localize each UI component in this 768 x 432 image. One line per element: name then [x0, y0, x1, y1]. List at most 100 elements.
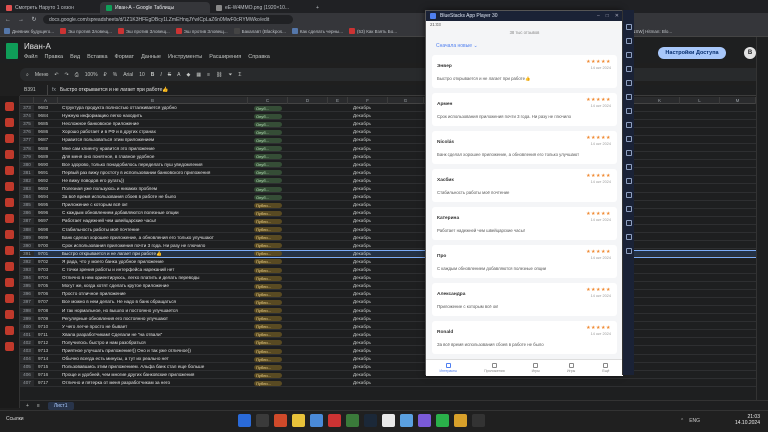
id-cell[interactable]: 9699 — [38, 235, 48, 241]
column-header-e[interactable]: E — [328, 97, 348, 104]
percent-icon[interactable]: % — [113, 72, 117, 78]
review-text-cell[interactable]: Структура продукта полностью отталкивает… — [62, 105, 252, 111]
bookmark-item[interactable]: Дневник будущего... — [4, 28, 54, 34]
table-row[interactable]: 384 9694 За всё время использования сбоев … — [20, 194, 768, 201]
status-chip[interactable]: Публи... — [254, 364, 282, 370]
nav-item[interactable]: Интеракты — [440, 363, 457, 373]
filter-icon[interactable]: ⏷ — [228, 72, 232, 78]
table-row[interactable]: 390 9700 Срок использования приложения поч… — [20, 242, 768, 250]
id-cell[interactable]: 9683 — [38, 105, 48, 111]
month-cell[interactable]: Декабрь — [353, 275, 371, 281]
taskbar-app-icon[interactable] — [274, 414, 287, 427]
review-card[interactable]: ★★★★★ Nicolás 14 окт 2024 Банк сделал хорош… — [432, 131, 617, 164]
taskbar-app-icon[interactable] — [418, 414, 431, 427]
status-chip[interactable]: Опуб... — [254, 186, 282, 192]
id-cell[interactable]: 9712 — [38, 340, 48, 346]
review-text-cell[interactable]: И так нормальное, но вышло и постоянно у… — [62, 308, 252, 314]
month-cell[interactable]: Декабрь — [353, 105, 371, 111]
status-chip[interactable]: Опуб... — [254, 154, 282, 160]
taskbar-app-icon[interactable] — [454, 414, 467, 427]
formula-input[interactable]: Быстро открывается и не лагает при работ… — [60, 87, 169, 93]
month-cell[interactable]: Декабрь — [353, 308, 371, 314]
font-select[interactable]: Arial — [123, 72, 133, 78]
sidebar-tool-icon[interactable] — [626, 220, 632, 226]
row-number[interactable]: 383 — [20, 186, 34, 192]
row-number[interactable]: 396 — [20, 291, 34, 297]
table-row[interactable]: 373 9683 Структура продукта полностью отта… — [20, 105, 768, 112]
column-header-b[interactable]: B — [58, 97, 248, 104]
sheets-logo-icon[interactable] — [6, 43, 18, 59]
review-text-cell[interactable]: Несложное банковское приложение — [62, 121, 252, 127]
month-cell[interactable]: Декабрь — [353, 316, 371, 322]
month-cell[interactable]: Декабрь — [353, 372, 371, 378]
table-row[interactable]: 399 9709 Регулярные обновления его постоян… — [20, 315, 768, 323]
month-cell[interactable]: Декабрь — [353, 356, 371, 362]
app-icon[interactable] — [5, 214, 14, 223]
table-row[interactable]: 376 9686 Хорошо работает и в РФ и в других… — [20, 129, 768, 136]
month-cell[interactable]: Декабрь — [353, 267, 371, 273]
bold-icon[interactable]: B — [151, 72, 155, 78]
function-icon[interactable]: Σ — [238, 72, 241, 78]
status-chip[interactable]: Публи... — [254, 251, 282, 257]
review-card[interactable]: ★★★★★ Армен 14 окт 2024 Срок использования … — [432, 93, 617, 126]
month-cell[interactable]: Декабрь — [353, 332, 371, 338]
taskbar-app-icon[interactable] — [472, 414, 485, 427]
id-cell[interactable]: 9696 — [38, 210, 48, 216]
month-cell[interactable]: Декабрь — [353, 235, 371, 241]
row-number[interactable]: 373 — [20, 105, 34, 111]
id-cell[interactable]: 9685 — [38, 121, 48, 127]
table-row[interactable]: 392 9702 Я рада, что у моего банка удобное… — [20, 258, 768, 266]
maximize-icon[interactable]: □ — [606, 13, 609, 19]
table-row[interactable]: 396 9706 Просто отличное приложение Публи..… — [20, 291, 768, 298]
id-cell[interactable]: 9704 — [38, 275, 48, 281]
column-header-k[interactable]: K — [640, 97, 680, 104]
row-number[interactable]: 376 — [20, 129, 34, 135]
app-icon[interactable] — [5, 310, 14, 319]
menu-insert[interactable]: Вставка — [87, 54, 107, 60]
corner-cell[interactable] — [20, 97, 34, 104]
row-number[interactable]: 394 — [20, 275, 34, 281]
column-header-g[interactable]: G — [388, 97, 424, 104]
month-cell[interactable]: Декабрь — [353, 178, 371, 184]
table-row[interactable]: 397 9707 Все можно в нем делать. Не надо в… — [20, 299, 768, 306]
status-chip[interactable]: Публи... — [254, 227, 282, 232]
review-text-cell[interactable]: Банк сделал хорошее приложение, а обновл… — [62, 235, 252, 241]
print-icon[interactable]: ⎙ — [75, 72, 79, 78]
month-cell[interactable]: Декабрь — [353, 380, 371, 386]
status-chip[interactable]: Опуб... — [254, 162, 282, 168]
review-text-cell[interactable]: Хвала разработчикам! Сделали не "на отва… — [62, 332, 252, 338]
id-cell[interactable]: 9684 — [38, 113, 48, 119]
status-chip[interactable]: Опуб... — [254, 121, 282, 127]
browser-tab-3[interactable]: eE-W4MMO.png (1920×10... — [210, 2, 310, 13]
menu-file[interactable]: Файл — [24, 54, 38, 60]
status-chip[interactable]: Опуб... — [254, 170, 282, 176]
status-chip[interactable]: Опуб... — [254, 146, 282, 151]
table-row[interactable]: 407 9717 Отлично и пятерка от меня разрабо… — [20, 380, 768, 387]
italic-icon[interactable]: I — [160, 72, 161, 78]
status-chip[interactable]: Публи... — [254, 259, 282, 265]
table-row[interactable]: 395 9705 Могут же, когда хотят сделать кру… — [20, 283, 768, 290]
table-row[interactable]: 402 9712 Получилось быстро и нам разобрать… — [20, 339, 768, 347]
document-title[interactable]: Иван-А — [24, 42, 51, 51]
link-icon[interactable]: ⛓ — [216, 72, 222, 78]
review-card[interactable]: ★★★★★ Про 14 окт 2024 С каждым обновлением … — [432, 245, 617, 278]
chevron-up-icon[interactable]: ⌃ — [680, 418, 684, 424]
text-color-icon[interactable]: A — [177, 72, 180, 78]
name-box[interactable]: B391 — [20, 85, 48, 95]
table-row[interactable]: 378 9688 Мне сам клиенту нравится это прил… — [20, 145, 768, 153]
strikethrough-icon[interactable]: S — [168, 72, 171, 78]
menu-view[interactable]: Вид — [70, 54, 80, 60]
month-cell[interactable]: Декабрь — [353, 154, 371, 160]
id-cell[interactable]: 9695 — [38, 202, 48, 208]
menu-edit[interactable]: Правка — [45, 54, 64, 60]
redo-icon[interactable]: ↷ — [65, 72, 69, 78]
status-chip[interactable]: Публи... — [254, 202, 282, 208]
borders-icon[interactable]: ▦ — [196, 72, 201, 78]
row-number[interactable]: 395 — [20, 283, 34, 289]
sidebar-tool-icon[interactable] — [626, 234, 632, 240]
id-cell[interactable]: 9710 — [38, 324, 48, 330]
app-icon[interactable] — [5, 278, 14, 287]
nav-item[interactable]: Ещё — [602, 363, 609, 373]
id-cell[interactable]: 9687 — [38, 137, 48, 143]
table-row[interactable]: 382 9692 Не вижу поводов его ругать)) Опуб.… — [20, 177, 768, 185]
